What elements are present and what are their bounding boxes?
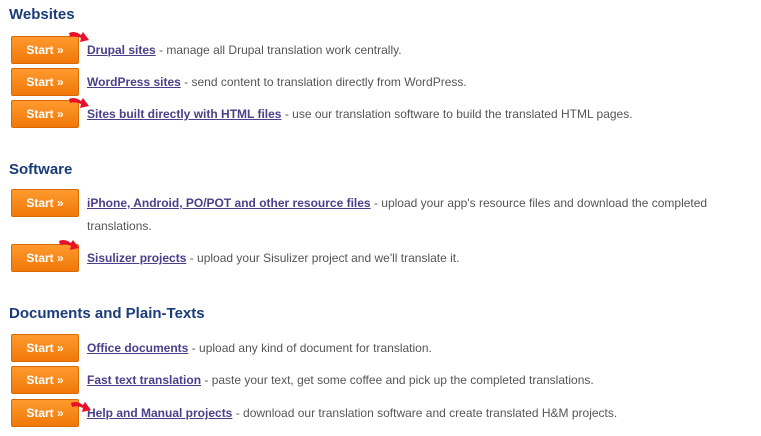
list-item-help-manual: Start » Help and Manual projects - downl… [11,399,757,427]
office-documents-link[interactable]: Office documents [87,341,188,355]
help-manual-link[interactable]: Help and Manual projects [87,406,232,420]
sisulizer-projects-link[interactable]: Sisulizer projects [87,251,186,265]
red-pointer-icon [59,239,79,250]
list-item-html-sites: Start » Sites built directly with HTML f… [11,100,757,128]
start-button-resource-files[interactable]: Start » [11,189,79,217]
wordpress-description: - send content to translation directly f… [180,75,467,89]
drupal-description: - manage all Drupal translation work cen… [155,43,402,57]
wordpress-sites-link[interactable]: WordPress sites [87,75,181,89]
section-title-websites: Websites [9,6,75,23]
list-item-fast-text: Start » Fast text translation - paste yo… [11,366,757,394]
section-title-documents: Documents and Plain-Texts [9,305,205,322]
start-button-wordpress[interactable]: Start » [11,68,79,96]
red-pointer-icon [69,97,89,108]
list-item-sisulizer: Start » Sisulizer projects - upload your… [11,244,757,272]
fast-text-link[interactable]: Fast text translation [87,373,201,387]
list-item-wordpress: Start » WordPress sites - send content t… [11,68,757,96]
fast-text-description: - paste your text, get some coffee and p… [201,373,594,387]
list-item-drupal: Start » Drupal sites - manage all Drupal… [11,36,757,64]
office-documents-description: - upload any kind of document for transl… [188,341,432,355]
start-button-office-documents[interactable]: Start » [11,334,79,362]
sisulizer-description: - upload your Sisulizer project and we'l… [186,251,460,265]
drupal-sites-link[interactable]: Drupal sites [87,43,156,57]
red-pointer-icon [71,401,91,412]
start-button-fast-text[interactable]: Start » [11,366,79,394]
resource-files-link[interactable]: iPhone, Android, PO/POT and other resour… [87,196,371,210]
list-item-resource-files: Start » iPhone, Android, PO/POT and othe… [11,189,757,238]
html-sites-description: - use our translation software to build … [281,107,633,121]
list-item-office-documents: Start » Office documents - upload any ki… [11,334,757,362]
html-sites-link[interactable]: Sites built directly with HTML files [87,107,281,121]
help-manual-description: - download our translation software and … [232,406,618,420]
start-button-help-manual[interactable]: Start » [11,399,79,427]
red-pointer-icon [69,31,89,42]
section-title-software: Software [9,161,73,178]
